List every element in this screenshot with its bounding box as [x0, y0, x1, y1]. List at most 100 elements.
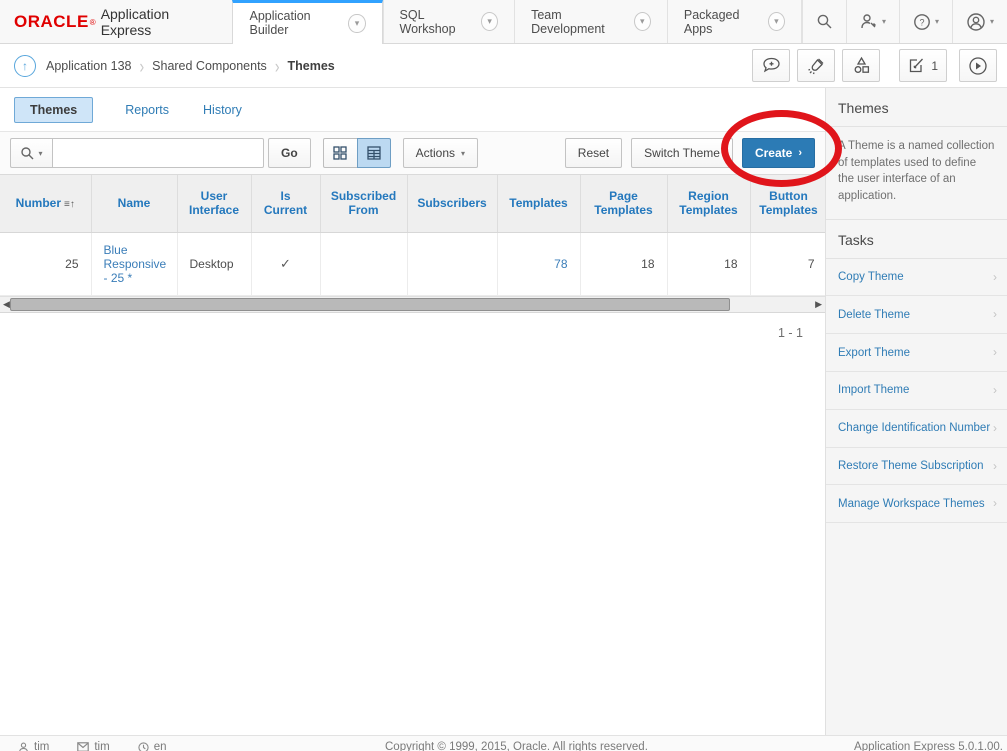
tab-label: Packaged Apps: [684, 8, 761, 36]
column-header-subscribers[interactable]: Subscribers: [407, 175, 497, 232]
task-manage-workspace-themes[interactable]: Manage Workspace Themes›: [826, 485, 1007, 523]
chevron-right-icon: ›: [993, 306, 997, 323]
column-header-number[interactable]: Number≡↑: [0, 175, 91, 232]
help-icon: ?: [913, 13, 931, 31]
chevron-right-icon: ›: [993, 344, 997, 361]
column-header-is-current[interactable]: Is Current: [251, 175, 320, 232]
registered-mark: ®: [90, 18, 96, 27]
run-application-button[interactable]: [959, 49, 997, 82]
themes-description: A Theme is a named collection of templat…: [826, 127, 1007, 220]
actions-label: Actions: [416, 146, 455, 160]
cell-number: 25: [0, 232, 91, 295]
breadcrumb-separator: ›: [275, 54, 280, 76]
footer-user[interactable]: tim: [18, 741, 49, 751]
spotlight-icon: [807, 57, 826, 75]
go-button[interactable]: Go: [268, 138, 311, 168]
task-label: Delete Theme: [838, 307, 910, 323]
utility-button-group: [752, 49, 880, 82]
reset-button[interactable]: Reset: [565, 138, 622, 168]
report-view-icon: [366, 145, 382, 161]
edit-page-number: 1: [931, 59, 938, 73]
task-delete-theme[interactable]: Delete Theme ›: [826, 296, 1007, 334]
create-button[interactable]: Create ›: [742, 138, 815, 168]
column-header-subscribed-from[interactable]: Subscribed From: [320, 175, 407, 232]
actions-menu-button[interactable]: Actions ▾: [403, 138, 478, 168]
chevron-down-icon: ▾: [461, 149, 465, 158]
chevron-down-icon: ▾: [990, 17, 994, 26]
column-header-page-templates[interactable]: Page Templates: [580, 175, 667, 232]
column-header-templates[interactable]: Templates: [497, 175, 580, 232]
switch-theme-button[interactable]: Switch Theme: [631, 138, 733, 168]
breadcrumb-application[interactable]: Application 138: [46, 59, 131, 73]
column-header-user-interface[interactable]: User Interface: [177, 175, 251, 232]
task-restore-theme-subscription[interactable]: Restore Theme Subscription›: [826, 448, 1007, 486]
footer: tim tim en Copyright © 1999, 2015, Oracl…: [0, 735, 1007, 751]
report-toolbar: ▾ Go Actions ▾ Reset Switch Theme: [0, 131, 825, 175]
breadcrumb: Application 138 › Shared Components › Th…: [46, 58, 335, 74]
task-label: Manage Workspace Themes: [838, 496, 985, 512]
spotlight-search-button[interactable]: [797, 49, 835, 82]
scroll-right-arrow[interactable]: ▶: [815, 299, 822, 310]
footer-workspace[interactable]: tim: [77, 741, 109, 751]
shared-components-button[interactable]: [842, 49, 880, 82]
task-copy-theme[interactable]: Copy Theme›: [826, 259, 1007, 297]
task-label: Import Theme: [838, 382, 909, 398]
column-header-button-templates[interactable]: Button Templates: [750, 175, 827, 232]
tab-application-builder[interactable]: Application Builder ▾: [232, 0, 382, 44]
task-change-identification-number[interactable]: Change Identification Number›: [826, 410, 1007, 448]
administration-icon: [860, 13, 878, 30]
chevron-right-icon: ›: [993, 269, 997, 286]
tab-history[interactable]: History: [201, 98, 244, 122]
chevron-down-icon: ▾: [634, 12, 651, 31]
feedback-button[interactable]: [752, 49, 790, 82]
search-icon: [20, 146, 35, 161]
cell-region-templates: 18: [667, 232, 750, 295]
cell-page-templates: 18: [580, 232, 667, 295]
chevron-right-icon: ›: [798, 147, 802, 159]
svg-text:?: ?: [919, 17, 924, 27]
toolbar-right-buttons: Reset Switch Theme Create ›: [565, 138, 815, 168]
checkmark-icon: ✓: [280, 256, 291, 271]
task-export-theme[interactable]: Export Theme›: [826, 334, 1007, 372]
tab-team-development[interactable]: Team Development ▾: [514, 0, 667, 43]
edit-run-button-group: 1: [899, 49, 997, 82]
search-column-selector[interactable]: ▾: [10, 138, 52, 168]
scrollbar-thumb[interactable]: [10, 298, 730, 311]
help-button[interactable]: ? ▾: [899, 0, 952, 43]
right-sidebar: Themes A Theme is a named collection of …: [825, 88, 1007, 735]
edit-pencil-icon: [908, 57, 925, 74]
tab-sql-workshop[interactable]: SQL Workshop ▾: [383, 0, 515, 43]
administration-button[interactable]: ▾: [846, 0, 899, 43]
column-header-name[interactable]: Name: [91, 175, 177, 232]
chevron-right-icon: ›: [993, 382, 997, 399]
column-header-region-templates[interactable]: Region Templates: [667, 175, 750, 232]
icon-view-button[interactable]: [323, 138, 357, 168]
scroll-left-arrow[interactable]: ◀: [3, 299, 10, 310]
clock-icon: [138, 742, 149, 751]
task-import-theme[interactable]: Import Theme ›: [826, 372, 1007, 410]
search-button[interactable]: [802, 0, 846, 43]
task-label: Change Identification Number: [838, 420, 990, 436]
theme-name-link[interactable]: Blue Responsive - 25 *: [104, 243, 167, 285]
cell-subscribed-from: [320, 232, 407, 295]
topbar-icon-buttons: ▾ ? ▾ ▾: [802, 0, 1007, 43]
account-button[interactable]: ▾: [952, 0, 1007, 43]
chevron-down-icon: ▾: [935, 17, 939, 26]
breadcrumb-shared-components[interactable]: Shared Components: [152, 59, 267, 73]
search-input[interactable]: [52, 138, 264, 168]
tab-packaged-apps[interactable]: Packaged Apps ▾: [667, 0, 802, 43]
cell-button-templates: 7: [750, 232, 827, 295]
tab-themes[interactable]: Themes: [14, 97, 93, 123]
footer-version: Application Express 5.0.1.00.: [854, 741, 1003, 751]
chevron-down-icon: ▾: [38, 149, 42, 158]
tab-label: SQL Workshop: [400, 8, 475, 36]
report-view-button[interactable]: [357, 138, 391, 168]
main-region: Themes Reports History ▾ Go Actions ▾: [0, 88, 825, 735]
tab-reports[interactable]: Reports: [123, 98, 171, 122]
templates-count-link[interactable]: 78: [554, 257, 567, 271]
footer-language[interactable]: en: [138, 741, 167, 751]
edit-page-button[interactable]: 1: [899, 49, 947, 82]
main-nav: Application Builder ▾ SQL Workshop ▾ Tea…: [232, 0, 801, 43]
chevron-right-icon: ›: [993, 458, 997, 475]
up-level-button[interactable]: ↑: [14, 55, 36, 77]
